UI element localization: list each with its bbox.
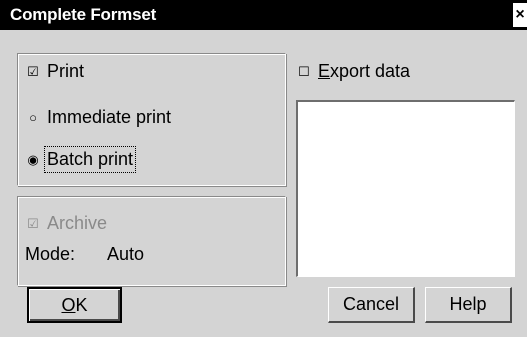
title-bar[interactable]: Complete Formset × bbox=[0, 0, 527, 30]
archive-label: Archive bbox=[47, 213, 108, 233]
radio-selected-icon: ◉ bbox=[27, 151, 39, 167]
batch-print-label: Batch print bbox=[43, 146, 137, 173]
cancel-button[interactable]: Cancel bbox=[328, 287, 415, 323]
checkbox-checked-icon: ☑ bbox=[27, 63, 39, 79]
help-button[interactable]: Help bbox=[425, 287, 512, 323]
immediate-print-label: Immediate print bbox=[47, 107, 172, 127]
batch-print-radio[interactable]: ◉ Batch print bbox=[25, 146, 137, 173]
immediate-print-radio[interactable]: ○ Immediate print bbox=[25, 107, 171, 128]
export-list[interactable] bbox=[296, 100, 515, 277]
mode-value: Auto bbox=[107, 244, 145, 264]
ok-button[interactable]: OK bbox=[27, 287, 122, 323]
print-label: Print bbox=[47, 61, 85, 81]
export-data-checkbox[interactable]: ☐ Export data bbox=[296, 61, 410, 82]
print-checkbox[interactable]: ☑ Print bbox=[25, 61, 84, 82]
archive-group bbox=[17, 196, 286, 286]
checkbox-unchecked-icon: ☐ bbox=[298, 63, 310, 79]
radio-unselected-icon: ○ bbox=[29, 110, 37, 125]
archive-checkbox: ☑ Archive bbox=[25, 213, 107, 234]
mode-row: Mode: Auto bbox=[25, 244, 144, 265]
ok-label: OK bbox=[61, 294, 88, 315]
window-title: Complete Formset bbox=[10, 5, 157, 24]
export-data-label: Export data bbox=[318, 61, 411, 81]
close-icon[interactable]: × bbox=[513, 3, 527, 27]
complete-formset-dialog: Complete Formset × ☑ Print ○ Immediate p… bbox=[0, 0, 527, 337]
checkbox-checked-icon: ☑ bbox=[27, 215, 39, 231]
mode-label: Mode: bbox=[25, 244, 76, 264]
